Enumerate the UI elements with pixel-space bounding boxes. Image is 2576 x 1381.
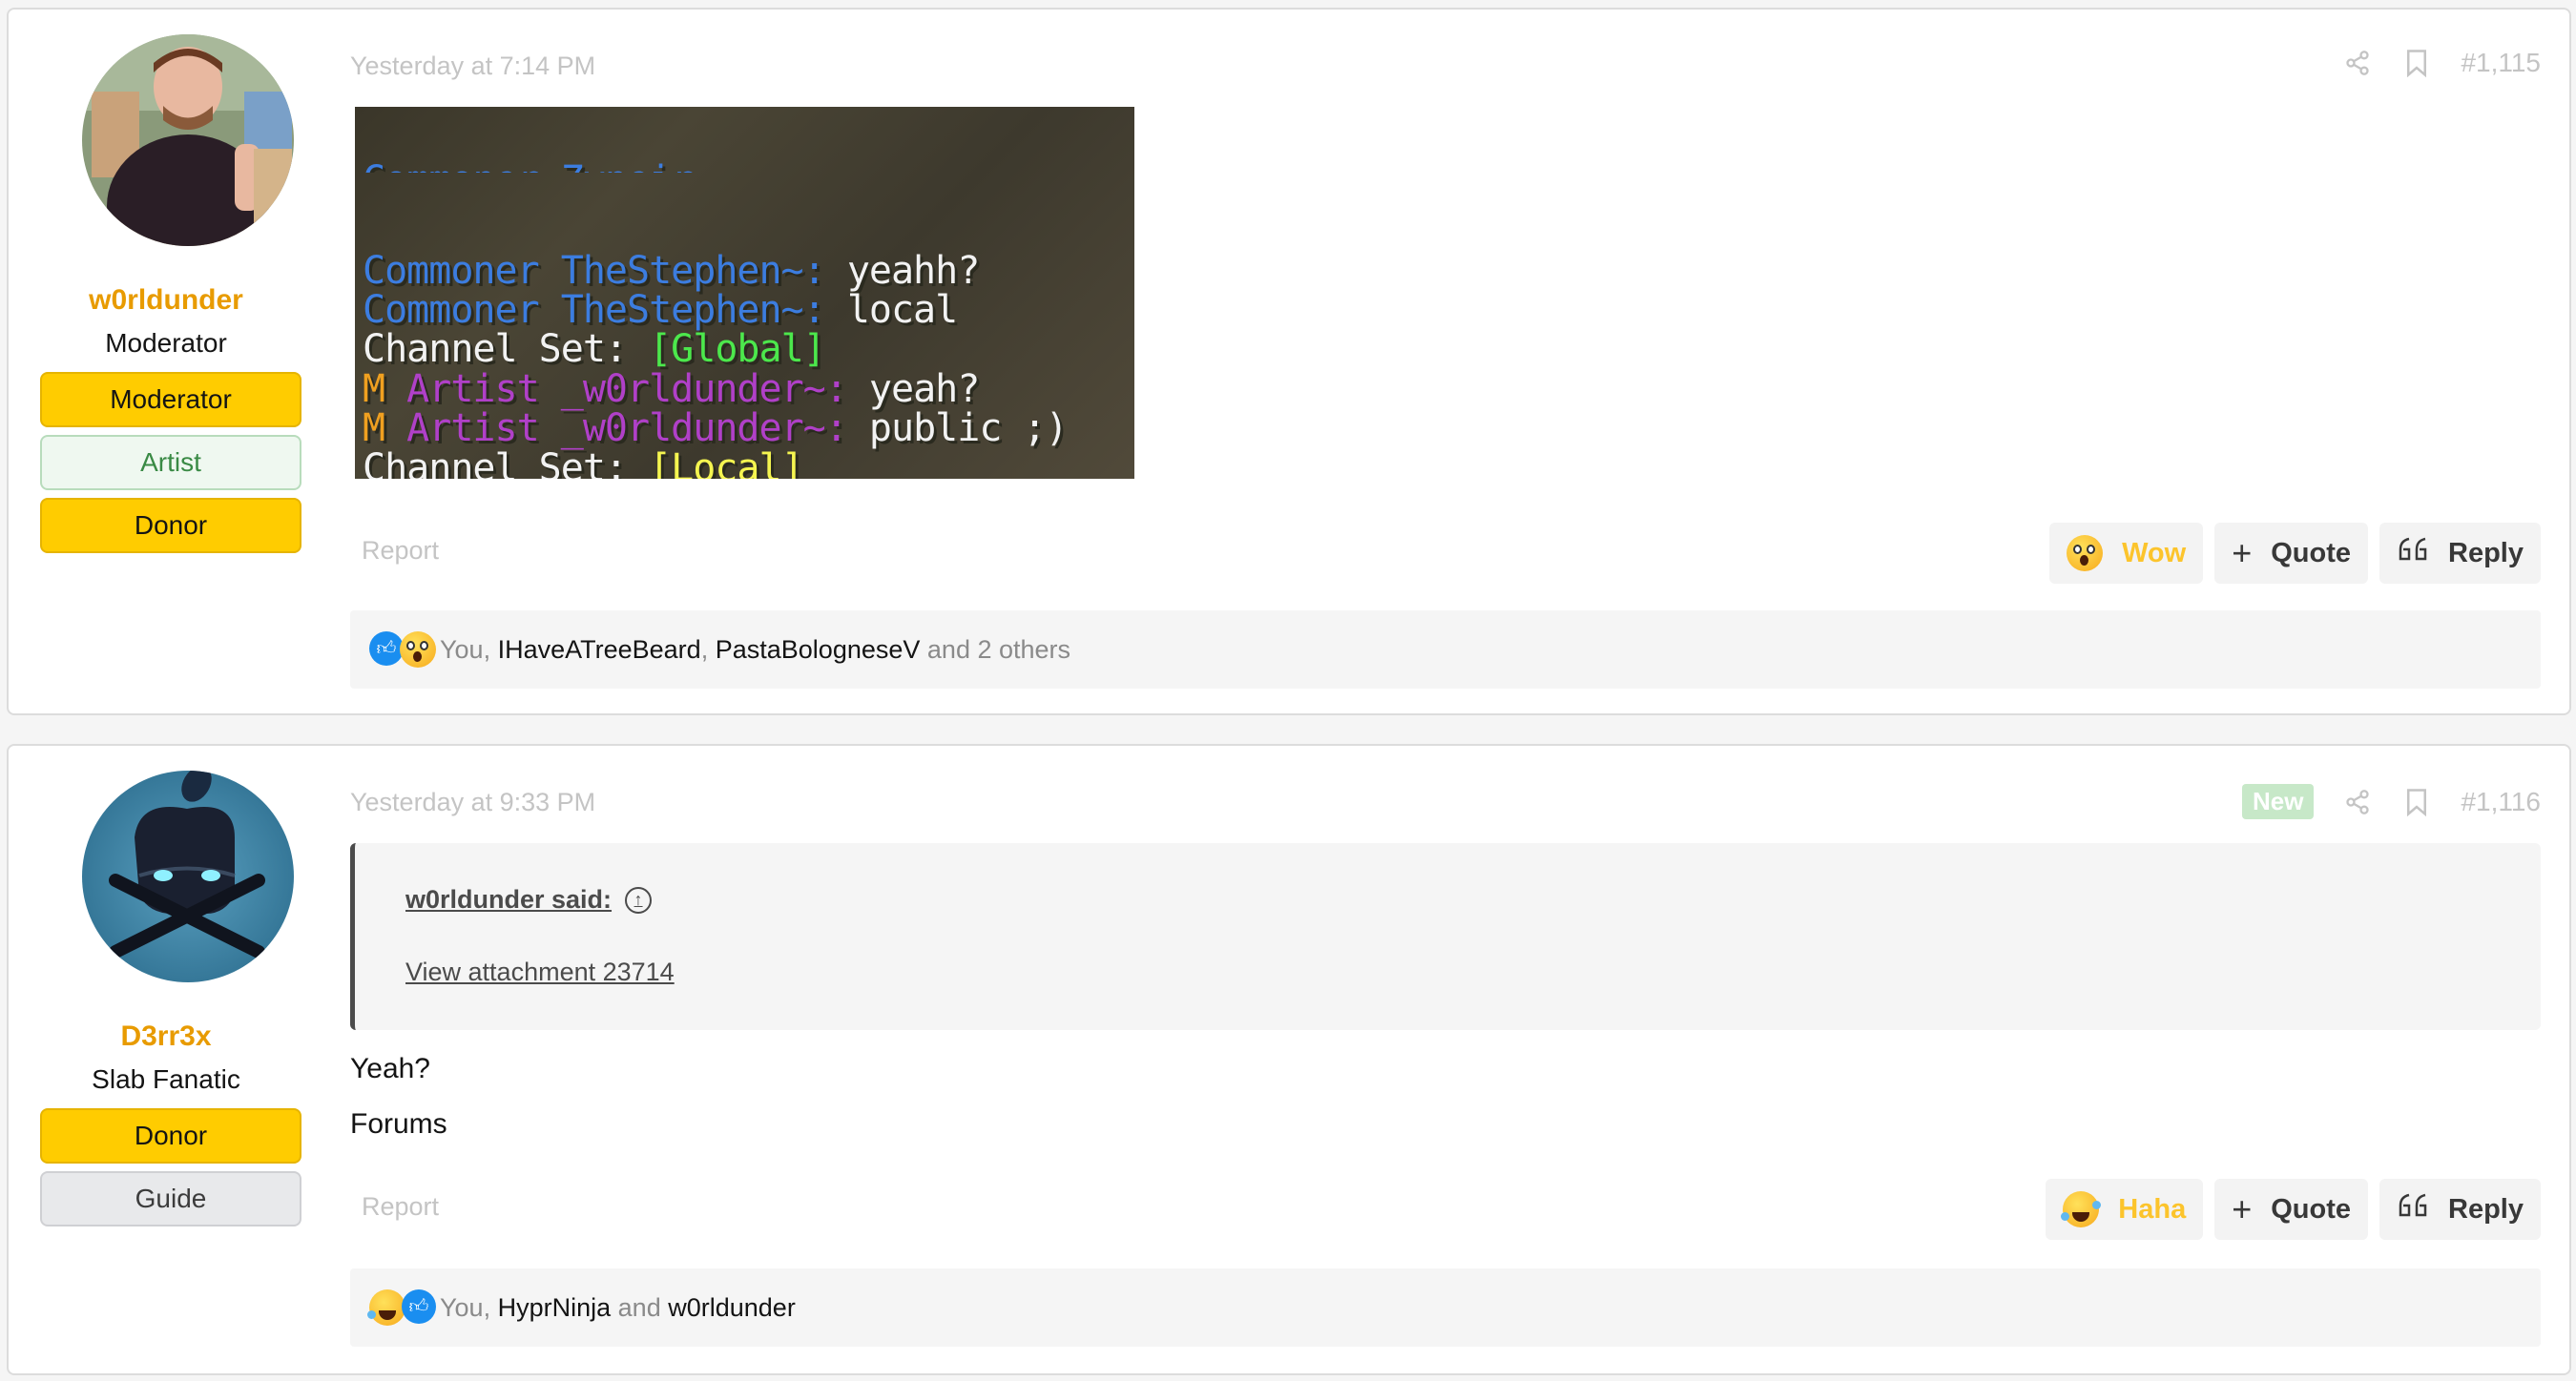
haha-emoji-icon: [2061, 1191, 2102, 1227]
post-timestamp[interactable]: Yesterday at 7:14 PM: [350, 52, 595, 81]
avatar[interactable]: [82, 34, 294, 246]
post-header-actions: #1,115: [2342, 48, 2541, 78]
reaction-user[interactable]: w0rldunder: [668, 1293, 796, 1323]
post-1115: w0rldunder Moderator Moderator Artist Do…: [7, 8, 2571, 715]
arrow-up-circle-icon[interactable]: ↑: [625, 886, 653, 914]
reaction-button-haha[interactable]: Haha: [2046, 1179, 2204, 1240]
chat-line: Commoner TheStephen~: local: [363, 288, 958, 333]
wow-emoji-icon: [2067, 535, 2104, 571]
post-body-line: Forums: [350, 1108, 447, 1140]
post-content: Yesterday at 7:14 PM #1,115 Commoner Zyn…: [350, 10, 2541, 713]
avatar[interactable]: [82, 771, 294, 982]
view-attachment-link[interactable]: View attachment 23714: [405, 958, 675, 987]
quote-block: w0rldunder said: ↑ View attachment 23714: [350, 843, 2541, 1030]
user-badge-guide: Guide: [40, 1171, 301, 1226]
quote-button[interactable]: + Quote: [2214, 523, 2369, 584]
reaction-button-wow[interactable]: Wow: [2049, 523, 2204, 584]
user-badge-artist: Artist: [40, 435, 301, 490]
reaction-icons: 👍︎: [367, 1289, 436, 1326]
quote-marks-icon: [2397, 536, 2429, 570]
plus-icon: +: [2232, 533, 2253, 572]
reactions-summary[interactable]: 👍︎ You, HyprNinja and w0rldunder: [350, 1268, 2541, 1347]
reply-button[interactable]: Reply: [2379, 523, 2541, 584]
user-badge-donor: Donor: [40, 498, 301, 553]
chat-line: Commoner TheStephen~: yeahh?: [363, 248, 980, 293]
attachment-image-minecraft-chat[interactable]: Commoner Zyneir ~ Commoner TheStephen~: …: [355, 107, 1134, 479]
plus-icon: +: [2232, 1189, 2253, 1228]
haha-emoji-icon: [367, 1289, 405, 1326]
quote-author-link[interactable]: w0rldunder said: ↑: [405, 885, 653, 915]
new-badge: New: [2241, 784, 2315, 819]
user-badge-moderator: Moderator: [40, 372, 301, 427]
user-title: Slab Fanatic: [92, 1064, 240, 1094]
reaction-user[interactable]: PastaBologneseV: [716, 635, 921, 665]
reply-button[interactable]: Reply: [2379, 1179, 2541, 1240]
post-timestamp[interactable]: Yesterday at 9:33 PM: [350, 788, 595, 817]
reaction-others[interactable]: and 2 others: [927, 635, 1070, 665]
user-badge-donor: Donor: [40, 1108, 301, 1164]
bookmark-icon[interactable]: [2401, 48, 2432, 78]
chat-line: M Artist _w0rldunder~: public ;): [363, 406, 1069, 451]
quote-marks-icon: [2397, 1192, 2429, 1226]
post-1116: D3rr3x Slab Fanatic Donor Guide Yesterda…: [7, 744, 2571, 1375]
quote-button[interactable]: + Quote: [2214, 1179, 2369, 1240]
post-content: Yesterday at 9:33 PM New #1,116 w0rldund…: [350, 746, 2541, 1373]
bookmark-icon[interactable]: [2401, 787, 2432, 817]
reaction-you: You,: [440, 1292, 491, 1322]
post-number[interactable]: #1,115: [2461, 48, 2541, 78]
wow-emoji-icon: [400, 631, 436, 668]
post-header-actions: New #1,116: [2241, 784, 2541, 819]
post-body-line: Yeah?: [350, 1053, 430, 1084]
user-title: Moderator: [105, 328, 227, 358]
post-number[interactable]: #1,116: [2461, 787, 2541, 817]
reaction-icons: 👍︎: [369, 631, 436, 668]
chat-line: M Artist _w0rldunder~: yeah?: [363, 366, 980, 411]
username[interactable]: w0rldunder: [33, 284, 299, 317]
report-link[interactable]: Report: [362, 536, 439, 566]
reactions-summary[interactable]: 👍︎ You, IHaveATreeBeard, PastaBologneseV…: [350, 610, 2541, 689]
share-icon[interactable]: [2342, 787, 2373, 817]
reaction-you: You,: [440, 634, 491, 664]
reaction-user[interactable]: IHaveATreeBeard: [498, 635, 701, 665]
reaction-user[interactable]: HyprNinja: [498, 1293, 612, 1323]
post-footer-actions: Wow + Quote Reply: [2049, 523, 2541, 584]
username[interactable]: D3rr3x: [33, 1020, 299, 1053]
like-icon: 👍︎: [369, 631, 404, 666]
like-icon: 👍︎: [402, 1289, 436, 1324]
report-link[interactable]: Report: [362, 1192, 439, 1222]
chat-line: Channel Set: [Global]: [363, 327, 826, 372]
share-icon[interactable]: [2342, 48, 2373, 78]
chat-line: Channel Set: [Local]: [363, 445, 804, 479]
post-footer-actions: Haha + Quote Reply: [2046, 1179, 2541, 1240]
